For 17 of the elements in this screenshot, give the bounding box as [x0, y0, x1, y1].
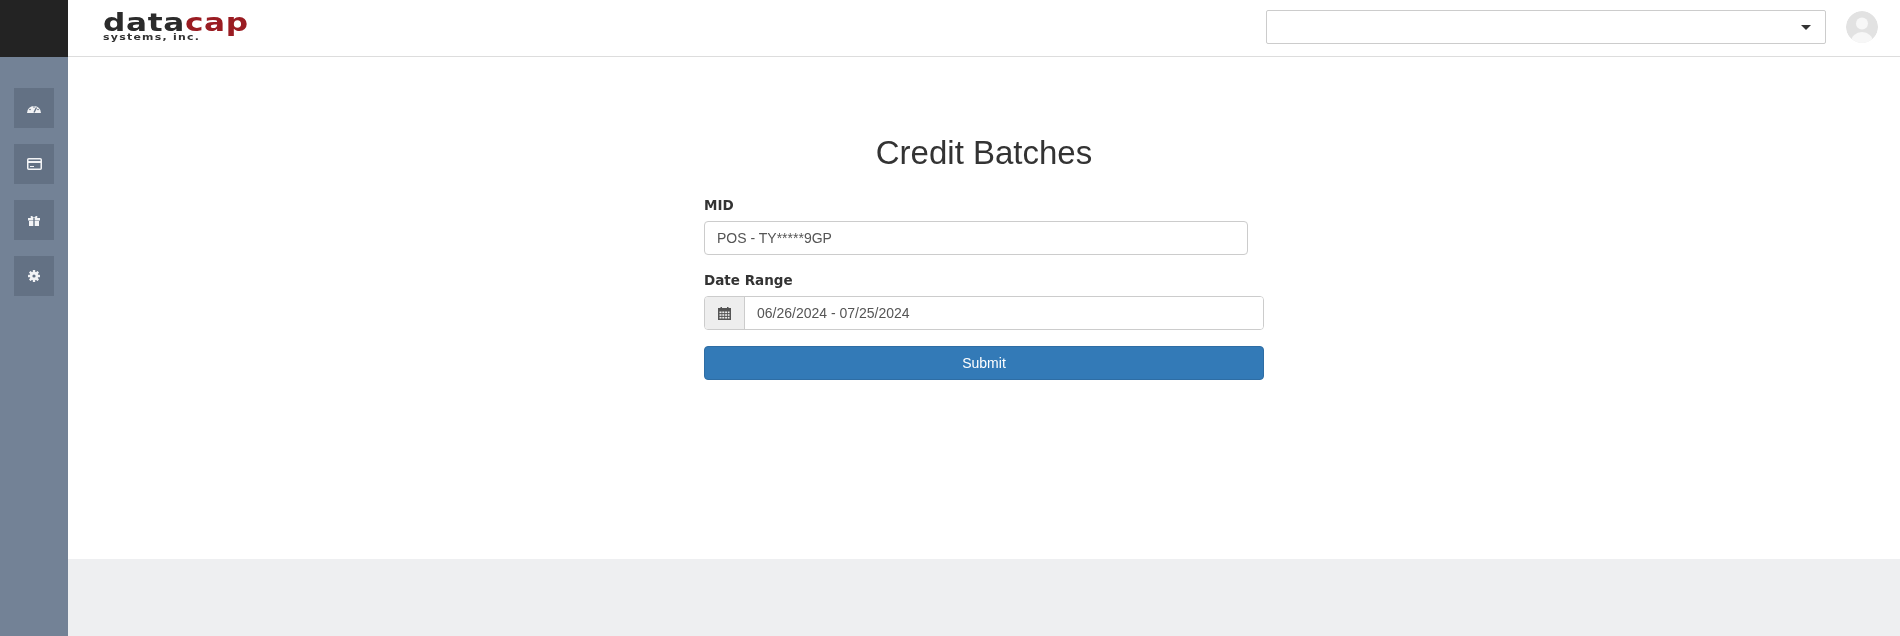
field-label: MID [704, 196, 734, 215]
settings-icon [28, 270, 40, 282]
dashboard-button[interactable] [14, 88, 54, 128]
submit-button[interactable]: Submit [704, 346, 1264, 380]
speedometer-icon [27, 103, 41, 113]
gift-button[interactable] [14, 200, 54, 240]
mid-field[interactable]: POS - TY*****9GP [704, 221, 1248, 255]
settings-button[interactable] [14, 256, 54, 296]
credit-card-button[interactable] [14, 144, 54, 184]
field-label: Date Range [704, 271, 793, 290]
caret-icon [1801, 24, 1811, 30]
gift-icon [28, 214, 40, 226]
date-range-field[interactable]: 06/26/2024 - 07/25/2024 [704, 296, 1264, 330]
page-title: Credit Batches [875, 135, 1093, 171]
credit-card-icon [26, 158, 42, 170]
sidebar-header-block [0, 0, 68, 57]
calendar-icon [718, 306, 731, 320]
